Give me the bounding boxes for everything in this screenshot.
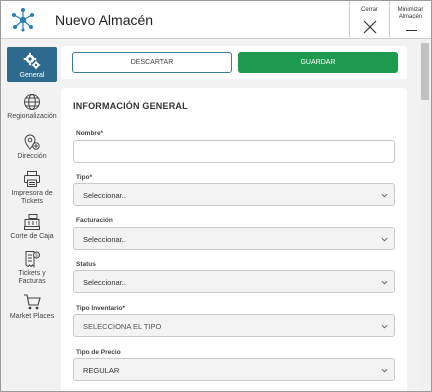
sidebar: General Regionalización Dirección Impres…: [1, 39, 59, 391]
price-type-value: REGULAR: [83, 366, 120, 375]
action-bar: DESCARTAR GUARDAR: [61, 46, 407, 79]
scrollbar-thumb[interactable]: [421, 43, 429, 100]
close-icon: [363, 20, 377, 34]
minimize-icon: [406, 30, 417, 31]
sidebar-item-label: Tickets y Facturas: [7, 270, 57, 286]
new-warehouse-window: Nuevo Almacén Cerrar Minimizar Almacén G…: [0, 0, 432, 392]
cash-register-icon: [24, 214, 40, 230]
general-info-panel: INFORMACIÓN GENERAL Nombre* Tipo* Selecc…: [61, 88, 407, 391]
billing-select[interactable]: Seleccionar..: [73, 227, 395, 250]
type-value: Seleccionar..: [83, 191, 126, 200]
price-type-select[interactable]: REGULAR: [73, 358, 395, 381]
section-title: INFORMACIÓN GENERAL: [73, 101, 188, 111]
price-type-label: Tipo de Precio: [76, 349, 121, 356]
name-input[interactable]: [73, 140, 395, 163]
sidebar-item-label: Corte de Caja: [10, 233, 54, 240]
location-gear-icon: [24, 134, 40, 150]
chevron-down-icon: [381, 280, 388, 285]
billing-value: Seleccionar..: [83, 235, 126, 244]
sidebar-item-label: Regionalización: [7, 113, 57, 120]
receipt-icon: $: [25, 251, 40, 268]
inventory-type-label: Tipo Inventario*: [76, 305, 125, 312]
sidebar-item-address[interactable]: Dirección: [7, 133, 57, 161]
sidebar-item-general[interactable]: General: [7, 47, 57, 82]
printer-icon: [24, 171, 40, 187]
sidebar-item-label-line2: Facturas: [18, 278, 46, 285]
sidebar-item-label-line2: Tickets: [21, 198, 43, 205]
gears-icon: [23, 52, 41, 70]
sidebar-item-label: Dirección: [17, 153, 47, 160]
billing-label: Facturación: [76, 217, 113, 224]
name-label: Nombre*: [76, 130, 104, 137]
status-value: Seleccionar..: [83, 278, 126, 287]
sidebar-item-label-line1: Impresora de: [11, 190, 53, 197]
sidebar-item-tickets-invoices[interactable]: $ Tickets y Facturas: [7, 250, 57, 286]
sidebar-item-label: Impresora de Tickets: [7, 190, 57, 206]
sidebar-item-label: Market Places: [9, 313, 55, 320]
close-button[interactable]: Cerrar: [349, 1, 389, 39]
minimize-label: Minimizar Almacén: [390, 7, 431, 21]
status-label: Status: [76, 261, 96, 268]
sidebar-item-regionalization[interactable]: Regionalización: [7, 93, 57, 121]
chevron-down-icon: [381, 324, 388, 329]
sidebar-item-label-line1: Tickets y: [18, 270, 46, 277]
window-title: Nuevo Almacén: [55, 12, 154, 28]
sidebar-item-ticket-printer[interactable]: Impresora de Tickets: [7, 170, 57, 206]
window-header: Nuevo Almacén Cerrar Minimizar Almacén: [1, 1, 431, 39]
sidebar-item-cash-cut[interactable]: Corte de Caja: [7, 213, 57, 241]
content-area: General Regionalización Dirección Impres…: [1, 39, 431, 391]
save-button[interactable]: GUARDAR: [238, 52, 398, 73]
cart-icon: [24, 294, 41, 310]
sidebar-item-marketplaces[interactable]: Market Places: [7, 293, 57, 321]
type-label: Tipo*: [76, 174, 93, 181]
network-hub-icon: [12, 8, 34, 32]
chevron-down-icon: [381, 193, 388, 198]
status-select[interactable]: Seleccionar..: [73, 270, 395, 293]
discard-button[interactable]: DESCARTAR: [72, 52, 232, 73]
minimize-label-line1: Minimizar: [397, 7, 424, 13]
sidebar-item-label: General: [19, 72, 45, 79]
inventory-type-value: SELECCIONA EL TIPO: [83, 322, 162, 331]
globe-icon: [24, 94, 40, 110]
minimize-button[interactable]: Minimizar Almacén: [389, 1, 431, 39]
type-select[interactable]: Seleccionar..: [73, 183, 395, 206]
inventory-type-select[interactable]: SELECCIONA EL TIPO: [73, 314, 395, 337]
chevron-down-icon: [381, 237, 388, 242]
close-label: Cerrar: [360, 7, 378, 13]
chevron-down-icon: [381, 368, 388, 373]
minimize-label-line2: Almacén: [398, 14, 423, 20]
